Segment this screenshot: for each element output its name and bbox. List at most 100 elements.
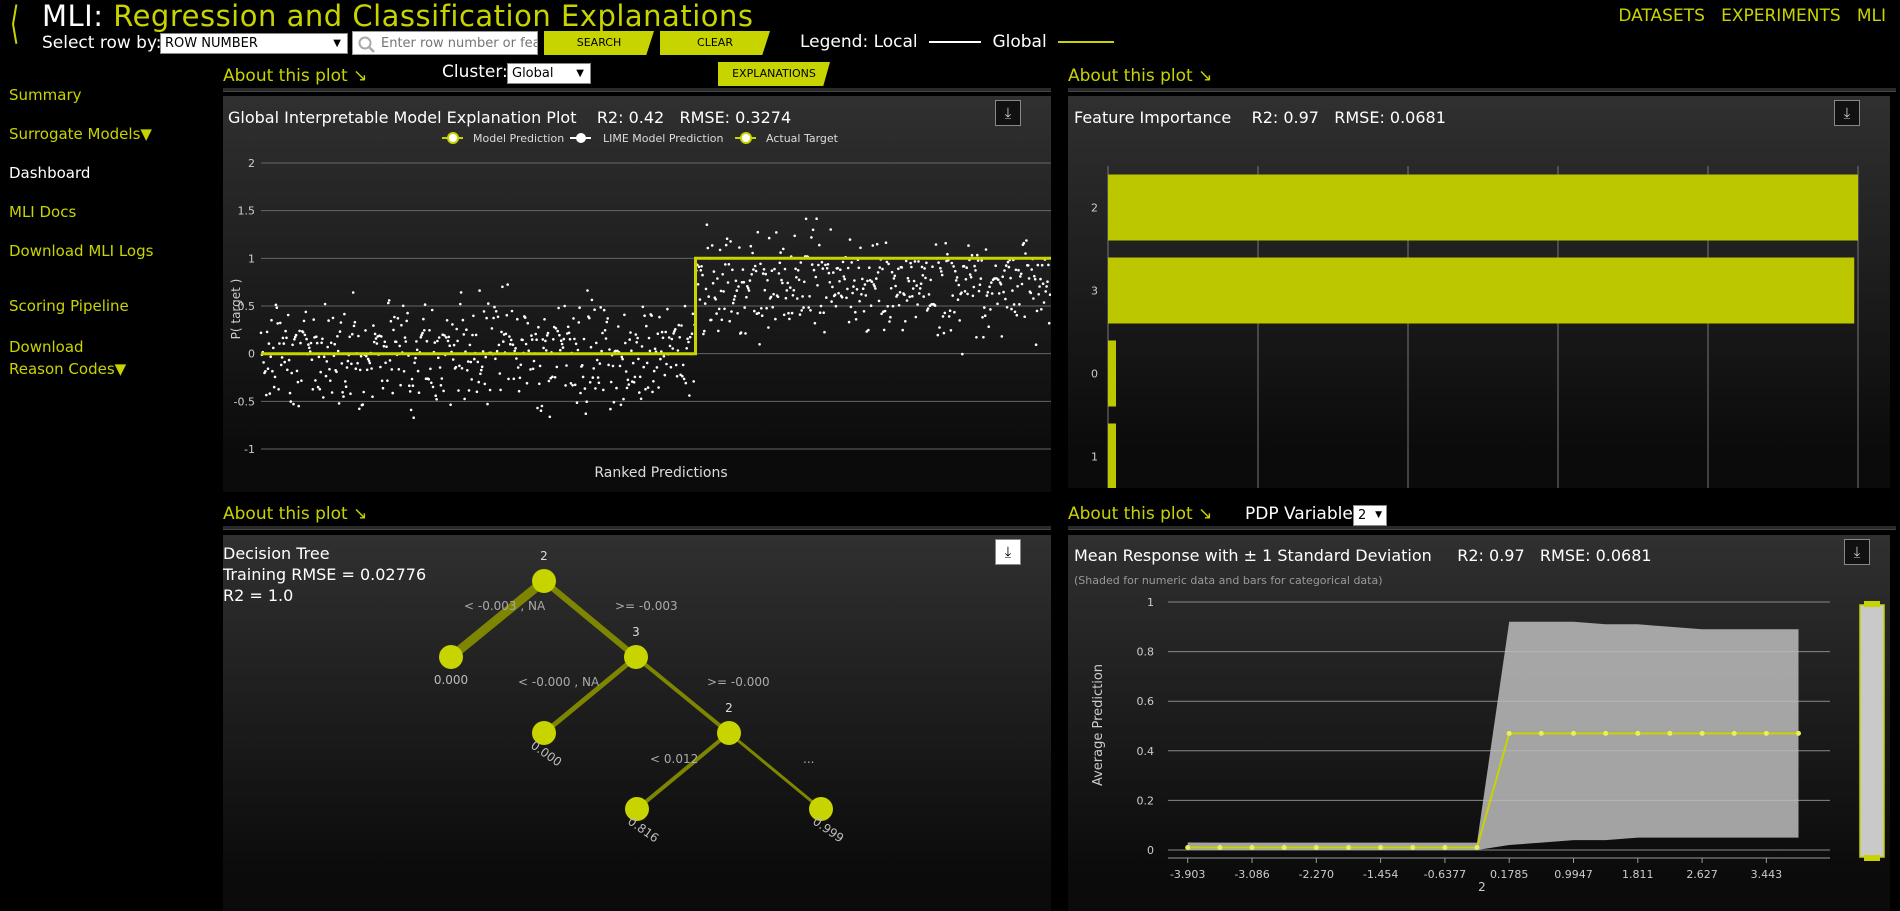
tree-node[interactable]: [624, 645, 648, 669]
tree-node[interactable]: [717, 721, 741, 745]
actual-target-point: [609, 407, 612, 411]
tree-node[interactable]: [532, 569, 556, 593]
actual-target-point: [880, 312, 883, 316]
sidebar-item-mli-docs[interactable]: MLI Docs: [9, 203, 214, 242]
range-slider-handle-top[interactable]: [1864, 601, 1880, 607]
actual-target-point: [259, 331, 263, 335]
mean-response-point: [1667, 730, 1673, 736]
actual-target-point: [698, 298, 702, 301]
actual-target-point: [582, 337, 586, 341]
actual-target-point: [960, 291, 963, 294]
search-input-wrap[interactable]: [352, 31, 538, 55]
actual-target-point: [696, 283, 700, 286]
actual-target-point: [1048, 293, 1051, 296]
actual-target-point: [317, 355, 321, 359]
actual-target-point: [277, 388, 280, 391]
feature-importance-bar[interactable]: [1108, 257, 1855, 324]
actual-target-point: [275, 306, 279, 309]
about-plot-global[interactable]: About this plot ↘: [223, 66, 367, 86]
actual-target-point: [498, 372, 502, 375]
actual-target-point: [681, 374, 684, 378]
about-plot-decision-tree[interactable]: About this plot ↘: [223, 504, 367, 524]
search-button[interactable]: SEARCH: [544, 31, 654, 55]
actual-target-point: [890, 270, 894, 274]
mean-response-point: [1217, 845, 1223, 850]
back-chevron-icon[interactable]: ⟨: [10, 2, 19, 46]
actual-target-point: [634, 333, 638, 336]
explanations-button[interactable]: EXPLANATIONS: [718, 62, 830, 86]
actual-target-point: [766, 279, 769, 282]
actual-target-point: [724, 263, 727, 266]
mean-response-point: [1538, 730, 1544, 736]
legend: Legend: Local Global: [800, 32, 1115, 52]
actual-target-point: [913, 260, 917, 263]
actual-target-point: [548, 415, 552, 419]
actual-target-point: [929, 278, 932, 282]
sidebar-item-dashboard[interactable]: Dashboard: [9, 164, 214, 203]
actual-target-point: [785, 289, 789, 292]
actual-target-point: [898, 291, 902, 294]
actual-target-point: [427, 377, 430, 381]
actual-target-point: [648, 349, 652, 353]
actual-target-point: [531, 367, 535, 371]
actual-target-point: [752, 268, 755, 271]
actual-target-point: [921, 274, 925, 277]
tree-edge: [635, 731, 731, 811]
actual-target-point: [593, 308, 596, 311]
actual-target-point: [858, 299, 861, 303]
actual-target-point: [952, 265, 955, 268]
feature-importance-bar[interactable]: [1108, 174, 1858, 241]
nav-mli[interactable]: MLI: [1857, 6, 1886, 26]
actual-target-point: [969, 275, 973, 279]
sidebar-item-download-reason-codes[interactable]: Download Reason Codes▼: [9, 336, 139, 380]
actual-target-point: [911, 287, 915, 290]
actual-target-point: [650, 314, 653, 317]
actual-target-point: [901, 328, 904, 332]
actual-target-point: [887, 262, 890, 266]
actual-target-point: [364, 329, 367, 332]
sidebar-item-summary[interactable]: Summary: [9, 86, 214, 125]
nav-datasets[interactable]: DATASETS: [1618, 6, 1705, 26]
actual-target-point: [722, 290, 725, 293]
actual-target-point: [869, 304, 873, 307]
actual-target-point: [555, 365, 559, 369]
tree-leaf[interactable]: [439, 645, 463, 669]
actual-target-point: [920, 265, 924, 269]
actual-target-point: [677, 323, 681, 327]
sidebar-item-surrogate-models[interactable]: Surrogate Models▼: [9, 125, 214, 164]
actual-target-point: [609, 380, 613, 384]
actual-target-point: [425, 339, 429, 343]
actual-target-point: [839, 268, 842, 271]
range-slider-handle-bottom[interactable]: [1864, 855, 1880, 861]
actual-target-point: [940, 270, 943, 273]
tree-node-label: 2: [725, 701, 733, 715]
cluster-select[interactable]: Global ▼: [507, 63, 591, 84]
actual-target-point: [688, 335, 692, 339]
actual-target-point: [775, 231, 778, 234]
sidebar-item-scoring-pipeline[interactable]: Scoring Pipeline: [9, 297, 214, 336]
actual-target-point: [1018, 303, 1021, 306]
range-slider[interactable]: [1859, 604, 1885, 858]
about-plot-mean-response[interactable]: About this plot ↘: [1068, 504, 1212, 524]
actual-target-point: [474, 333, 478, 337]
actual-target-point: [328, 367, 331, 371]
mean-response-point: [1185, 845, 1191, 850]
about-plot-feature-importance[interactable]: About this plot ↘: [1068, 66, 1212, 86]
actual-target-point: [538, 364, 542, 368]
actual-target-point: [496, 315, 500, 319]
nav-experiments[interactable]: EXPERIMENTS: [1721, 6, 1841, 26]
feature-importance-bar[interactable]: [1108, 423, 1116, 489]
actual-target-point: [792, 289, 796, 292]
mean-response-panel: Mean Response with ± 1 Standard Deviatio…: [1068, 535, 1890, 911]
actual-target-point: [552, 338, 555, 341]
search-input[interactable]: [379, 33, 537, 54]
actual-target-point: [472, 314, 475, 318]
clear-button[interactable]: CLEAR: [660, 31, 770, 55]
actual-target-point: [756, 230, 760, 234]
row-select-dropdown[interactable]: ROW NUMBER ▼: [160, 33, 348, 54]
actual-target-point: [568, 337, 572, 341]
actual-target-point: [430, 381, 433, 385]
feature-importance-bar[interactable]: [1108, 340, 1116, 407]
pdp-variable-select[interactable]: 2 ▼: [1353, 505, 1387, 526]
sidebar-item-download-mli-logs[interactable]: Download MLI Logs: [9, 242, 214, 297]
